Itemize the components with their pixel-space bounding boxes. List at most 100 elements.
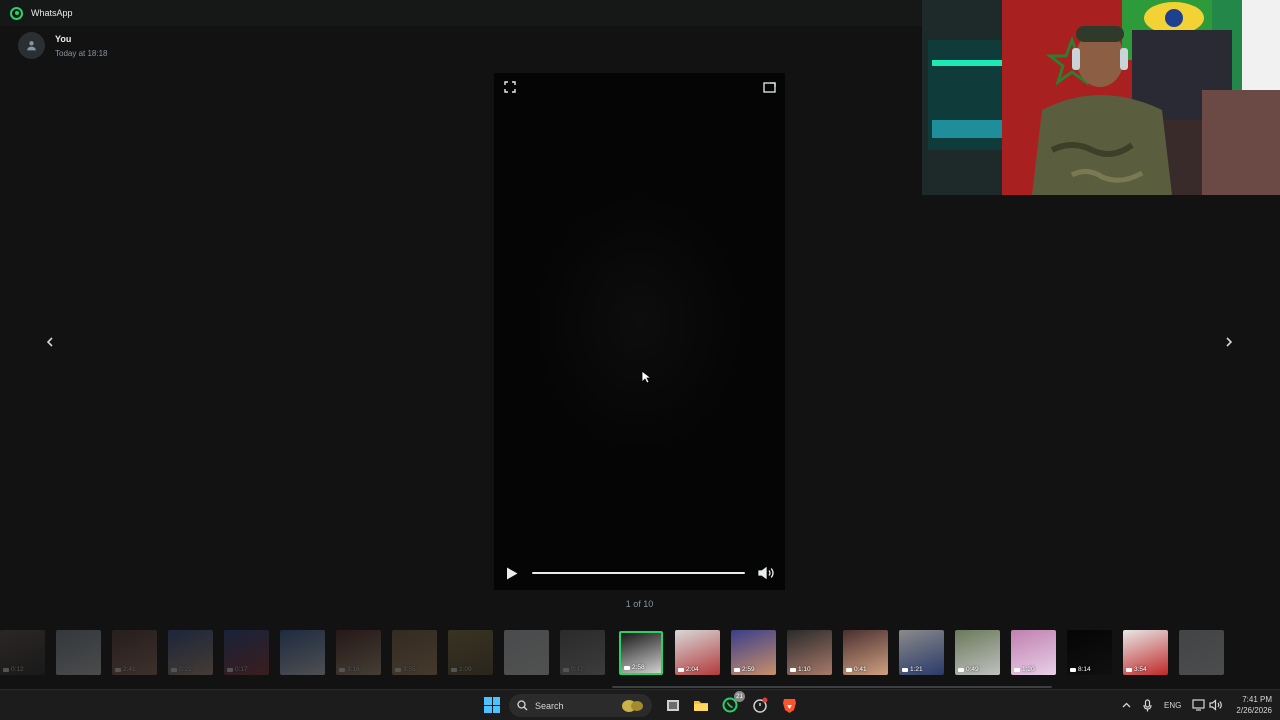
media-thumbnail[interactable] xyxy=(56,630,101,675)
microphone-icon xyxy=(1142,698,1152,711)
thumbnail-duration: 2:58 xyxy=(624,664,645,671)
media-thumbnail[interactable] xyxy=(504,630,549,675)
media-thumbnail[interactable]: 0:49 xyxy=(955,630,1000,675)
start-button[interactable] xyxy=(484,697,500,713)
fullscreen-button[interactable] xyxy=(502,79,518,95)
windows-logo-icon xyxy=(484,697,492,705)
media-thumbnail[interactable]: 2:41 xyxy=(112,630,157,675)
speaker-icon xyxy=(1208,699,1222,711)
video-progress-bar[interactable] xyxy=(532,572,745,574)
next-media-button[interactable] xyxy=(1220,333,1238,351)
input-language[interactable]: ENG xyxy=(1164,701,1181,710)
video-camera-icon xyxy=(846,667,852,672)
search-icon xyxy=(517,700,528,711)
clock-date: 2/26/2026 xyxy=(1236,706,1272,715)
media-thumbnail[interactable]: 3:55 xyxy=(392,630,437,675)
duration-text: 2:04 xyxy=(686,666,699,673)
media-thumbnail[interactable]: 1:10 xyxy=(787,630,832,675)
media-thumbnail[interactable]: 1:09 xyxy=(448,630,493,675)
thumbnail-duration: 2:59 xyxy=(734,666,755,673)
app-title: WhatsApp xyxy=(31,8,73,18)
thumbnail-duration: 3:16 xyxy=(339,666,360,673)
timer-icon xyxy=(753,697,768,713)
video-camera-icon xyxy=(678,667,684,672)
thumbnail-duration: 3:55 xyxy=(395,666,416,673)
taskbar-search[interactable]: Search xyxy=(509,694,652,717)
media-thumbnail[interactable]: 3:16 xyxy=(336,630,381,675)
video-frame xyxy=(534,193,744,453)
media-thumbnail[interactable]: 0:17 xyxy=(224,630,269,675)
popout-button[interactable] xyxy=(761,79,777,95)
show-hidden-icons-button[interactable] xyxy=(1117,696,1135,714)
media-thumbnail[interactable]: 8:14 xyxy=(1067,630,1112,675)
task-view-icon xyxy=(667,699,679,711)
thumbnail-duration: 0:17 xyxy=(227,666,248,673)
fullscreen-icon xyxy=(504,81,516,93)
thumbnail-duration: 0:12 xyxy=(3,666,24,673)
media-thumbnail[interactable]: 3:54 xyxy=(1123,630,1168,675)
clock-app-button[interactable] xyxy=(751,696,769,714)
brave-browser-button[interactable] xyxy=(780,696,798,714)
thumbnail-duration: 8:14 xyxy=(1070,666,1091,673)
media-thumbnail[interactable]: 2:04 xyxy=(675,630,720,675)
duration-text: 1:10 xyxy=(798,666,811,673)
thumbnail-duration: 0:41 xyxy=(846,666,867,673)
mouse-cursor-icon xyxy=(641,370,651,384)
media-thumbnail[interactable]: 2:59 xyxy=(731,630,776,675)
avatar[interactable] xyxy=(18,32,45,59)
volume-tray-button[interactable] xyxy=(1206,696,1224,714)
chevron-left-icon xyxy=(46,337,53,347)
system-clock[interactable]: 7:41 PM 2/26/2026 xyxy=(1226,694,1272,716)
video-camera-icon xyxy=(790,667,796,672)
media-thumbnail[interactable]: 0:17 xyxy=(560,630,605,675)
video-camera-icon xyxy=(115,667,121,672)
media-counter: 1 of 10 xyxy=(625,599,654,609)
volume-button[interactable] xyxy=(757,565,775,581)
duration-text: 0:49 xyxy=(966,666,979,673)
thumbnail-duration: 1:10 xyxy=(790,666,811,673)
thumbnail-duration: 1:20 xyxy=(1014,666,1035,673)
duration-text: 2:41 xyxy=(123,666,136,673)
video-player[interactable] xyxy=(494,73,785,590)
media-thumbnail[interactable] xyxy=(1179,630,1224,675)
network-icon xyxy=(1191,699,1205,711)
duration-text: 2:59 xyxy=(742,666,755,673)
media-thumbnail[interactable]: 1:21 xyxy=(899,630,944,675)
video-camera-icon xyxy=(1014,667,1020,672)
sender-header: You Today at 18:18 xyxy=(18,32,107,59)
duration-text: 3:54 xyxy=(1134,666,1147,673)
microphone-button[interactable] xyxy=(1138,696,1156,714)
task-view-button[interactable] xyxy=(664,696,682,714)
whatsapp-taskbar-button[interactable]: 21 xyxy=(721,691,745,714)
thumbnail-scrollbar[interactable] xyxy=(612,686,1052,688)
thumbnail-duration: 2:41 xyxy=(115,666,136,673)
video-camera-icon xyxy=(395,667,401,672)
video-camera-icon xyxy=(3,667,9,672)
media-thumbnail[interactable]: 0:12 xyxy=(0,630,45,675)
video-camera-icon xyxy=(1126,667,1132,672)
thumbnail-duration: 0:17 xyxy=(563,666,584,673)
popout-icon xyxy=(762,82,776,93)
folder-icon xyxy=(694,700,708,711)
duration-text: 0:22 xyxy=(179,666,192,673)
previous-media-button[interactable] xyxy=(41,333,59,351)
chevron-right-icon xyxy=(1226,337,1233,347)
media-thumbnail[interactable]: 0:22 xyxy=(168,630,213,675)
media-thumbnail[interactable]: 2:58 xyxy=(619,631,663,675)
search-highlight-icon xyxy=(622,700,643,712)
file-explorer-button[interactable] xyxy=(692,696,710,714)
notification-badge: 21 xyxy=(734,691,745,702)
video-camera-icon xyxy=(624,665,630,670)
duration-text: 1:21 xyxy=(910,666,923,673)
play-button[interactable] xyxy=(504,565,520,581)
clock-time: 7:41 PM xyxy=(1242,695,1272,704)
media-thumbnail[interactable]: 1:20 xyxy=(1011,630,1056,675)
media-thumbnail[interactable]: 0:41 xyxy=(843,630,888,675)
video-camera-icon xyxy=(902,667,908,672)
thumbnail-duration: 0:49 xyxy=(958,666,979,673)
media-thumbnail[interactable] xyxy=(280,630,325,675)
network-button[interactable] xyxy=(1189,696,1207,714)
video-camera-icon xyxy=(227,667,233,672)
video-camera-icon xyxy=(171,667,177,672)
person-icon xyxy=(27,41,36,51)
